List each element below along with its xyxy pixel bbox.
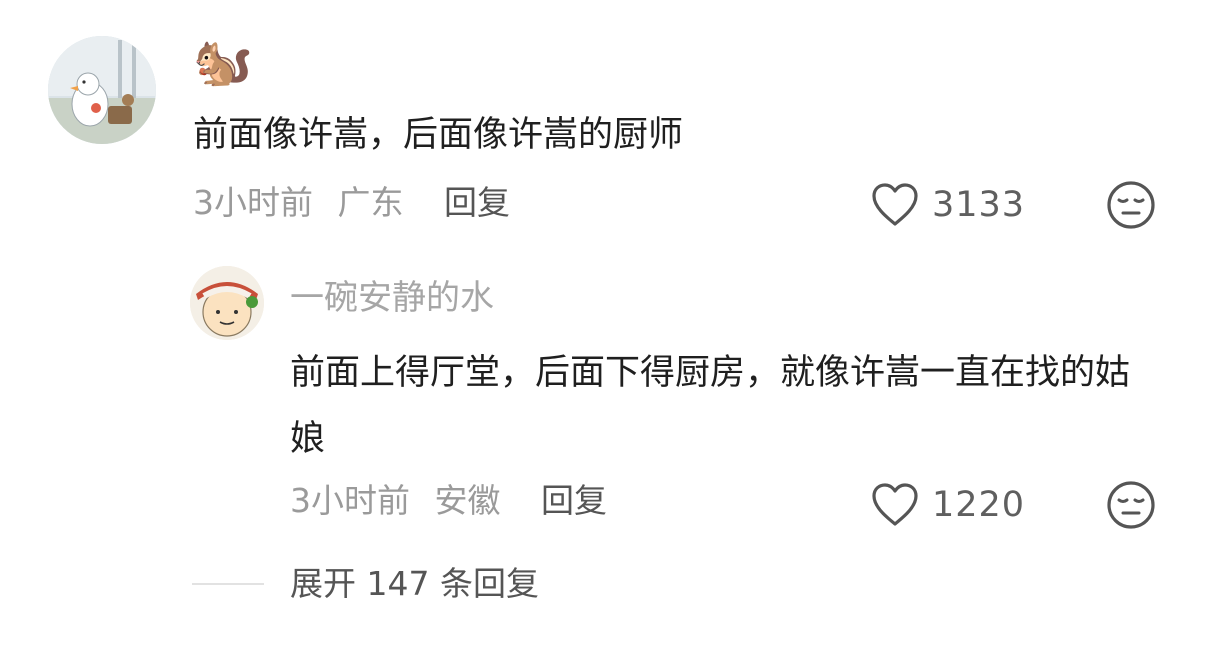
- commenter-avatar[interactable]: [48, 36, 156, 144]
- comment-like-count: 3133: [932, 185, 1026, 225]
- avatar-cartoon-illustration: [190, 266, 264, 340]
- reply-username[interactable]: 一碗安静的水: [290, 272, 494, 324]
- reply-text: 前面上得厅堂，后面下得厨房，就像许嵩一直在找的姑娘: [290, 353, 1131, 459]
- neutral-face-icon: [1107, 181, 1155, 229]
- commenter-username[interactable]: 🐿️: [193, 30, 253, 94]
- comment-location: 广东: [337, 183, 404, 222]
- reply-dislike-button[interactable]: [1106, 480, 1156, 530]
- reply-like-button[interactable]: 1220: [870, 480, 1025, 530]
- comment-time: 3小时前: [193, 183, 313, 222]
- reply-meta: 3小时前 安徽 回复: [290, 476, 607, 526]
- comment-reply-button[interactable]: 回复: [444, 183, 510, 222]
- avatar-duck-illustration: [48, 36, 156, 144]
- heart-outline-icon: [872, 183, 918, 226]
- comment-like-button[interactable]: 3133: [870, 180, 1025, 230]
- expand-replies-button[interactable]: 展开 147 条回复: [290, 558, 539, 610]
- reply-avatar[interactable]: [190, 266, 264, 340]
- reply-location: 安徽: [434, 481, 501, 520]
- comment-dislike-button[interactable]: [1106, 180, 1156, 230]
- comment-meta: 3小时前 广东 回复: [193, 178, 510, 228]
- reply-reply-button[interactable]: 回复: [541, 481, 607, 520]
- heart-outline-icon: [872, 483, 918, 526]
- neutral-face-icon: [1107, 481, 1155, 529]
- reply-time: 3小时前: [290, 481, 410, 520]
- comment-text: 前面像许嵩，后面像许嵩的厨师: [193, 115, 684, 155]
- expand-divider: [192, 583, 264, 585]
- reply-like-count: 1220: [932, 485, 1026, 525]
